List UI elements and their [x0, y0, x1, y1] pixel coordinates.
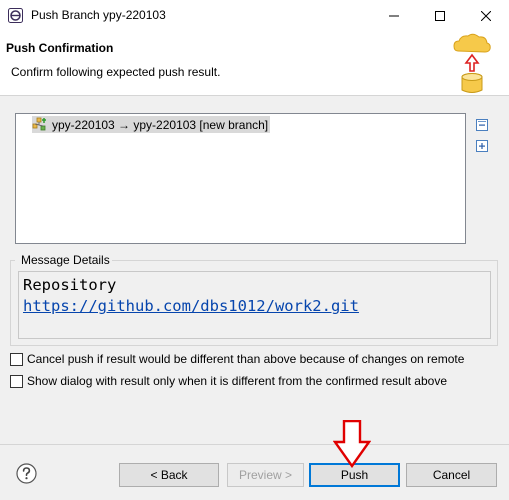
repository-url-link[interactable]: https://github.com/dbs1012/work2.git	[23, 297, 359, 315]
eclipse-app-icon	[8, 8, 23, 23]
title-bar: Push Branch ypy-220103	[0, 0, 509, 31]
help-icon[interactable]	[16, 463, 37, 484]
push-branch-icon	[32, 117, 46, 130]
cancel-if-different-option[interactable]: Cancel push if result would be different…	[10, 352, 464, 366]
minimize-button[interactable]	[371, 0, 417, 31]
message-details-label: Message Details	[19, 253, 112, 267]
cancel-if-different-label: Cancel push if result would be different…	[27, 352, 465, 366]
maximize-icon	[435, 10, 445, 21]
window-title: Push Branch ypy-220103	[31, 8, 166, 22]
cancel-button[interactable]: Cancel	[406, 463, 497, 487]
cancel-if-different-checkbox[interactable]	[10, 352, 23, 366]
tree-row[interactable]: ypy-220103 → ypy-220103 [new branch]	[32, 116, 271, 133]
page-title: Push Confirmation	[6, 41, 114, 55]
expand-all-icon[interactable]	[476, 140, 489, 153]
push-result-tree[interactable]: ypy-220103 → ypy-220103 [new branch]	[15, 113, 466, 244]
page-description: Confirm following expected push result.	[11, 65, 221, 79]
show-only-if-different-option[interactable]: Show dialog with result only when it is …	[10, 374, 447, 388]
show-only-if-different-checkbox[interactable]	[10, 374, 23, 388]
push-branch-dialog: Push Branch ypy-220103 Push Confirmation…	[0, 0, 509, 500]
maximize-button[interactable]	[417, 0, 463, 31]
tree-row-label: ypy-220103 → ypy-220103 [new branch]	[52, 117, 269, 132]
collapse-all-icon[interactable]	[476, 119, 489, 132]
minimize-icon	[389, 15, 399, 16]
close-icon	[481, 10, 491, 21]
message-details-text[interactable]: Repository https://github.com/dbs1012/wo…	[18, 271, 491, 339]
back-button[interactable]: < Back	[119, 463, 219, 487]
footer-separator	[0, 444, 509, 445]
preview-button[interactable]: Preview >	[227, 463, 304, 487]
repository-heading: Repository	[23, 276, 117, 294]
show-only-if-different-label: Show dialog with result only when it is …	[27, 374, 447, 388]
header-banner: Push Confirmation Confirm following expe…	[0, 31, 509, 96]
push-to-cloud-icon	[453, 33, 491, 93]
push-button[interactable]: Push	[309, 463, 400, 487]
close-button[interactable]	[463, 0, 509, 31]
